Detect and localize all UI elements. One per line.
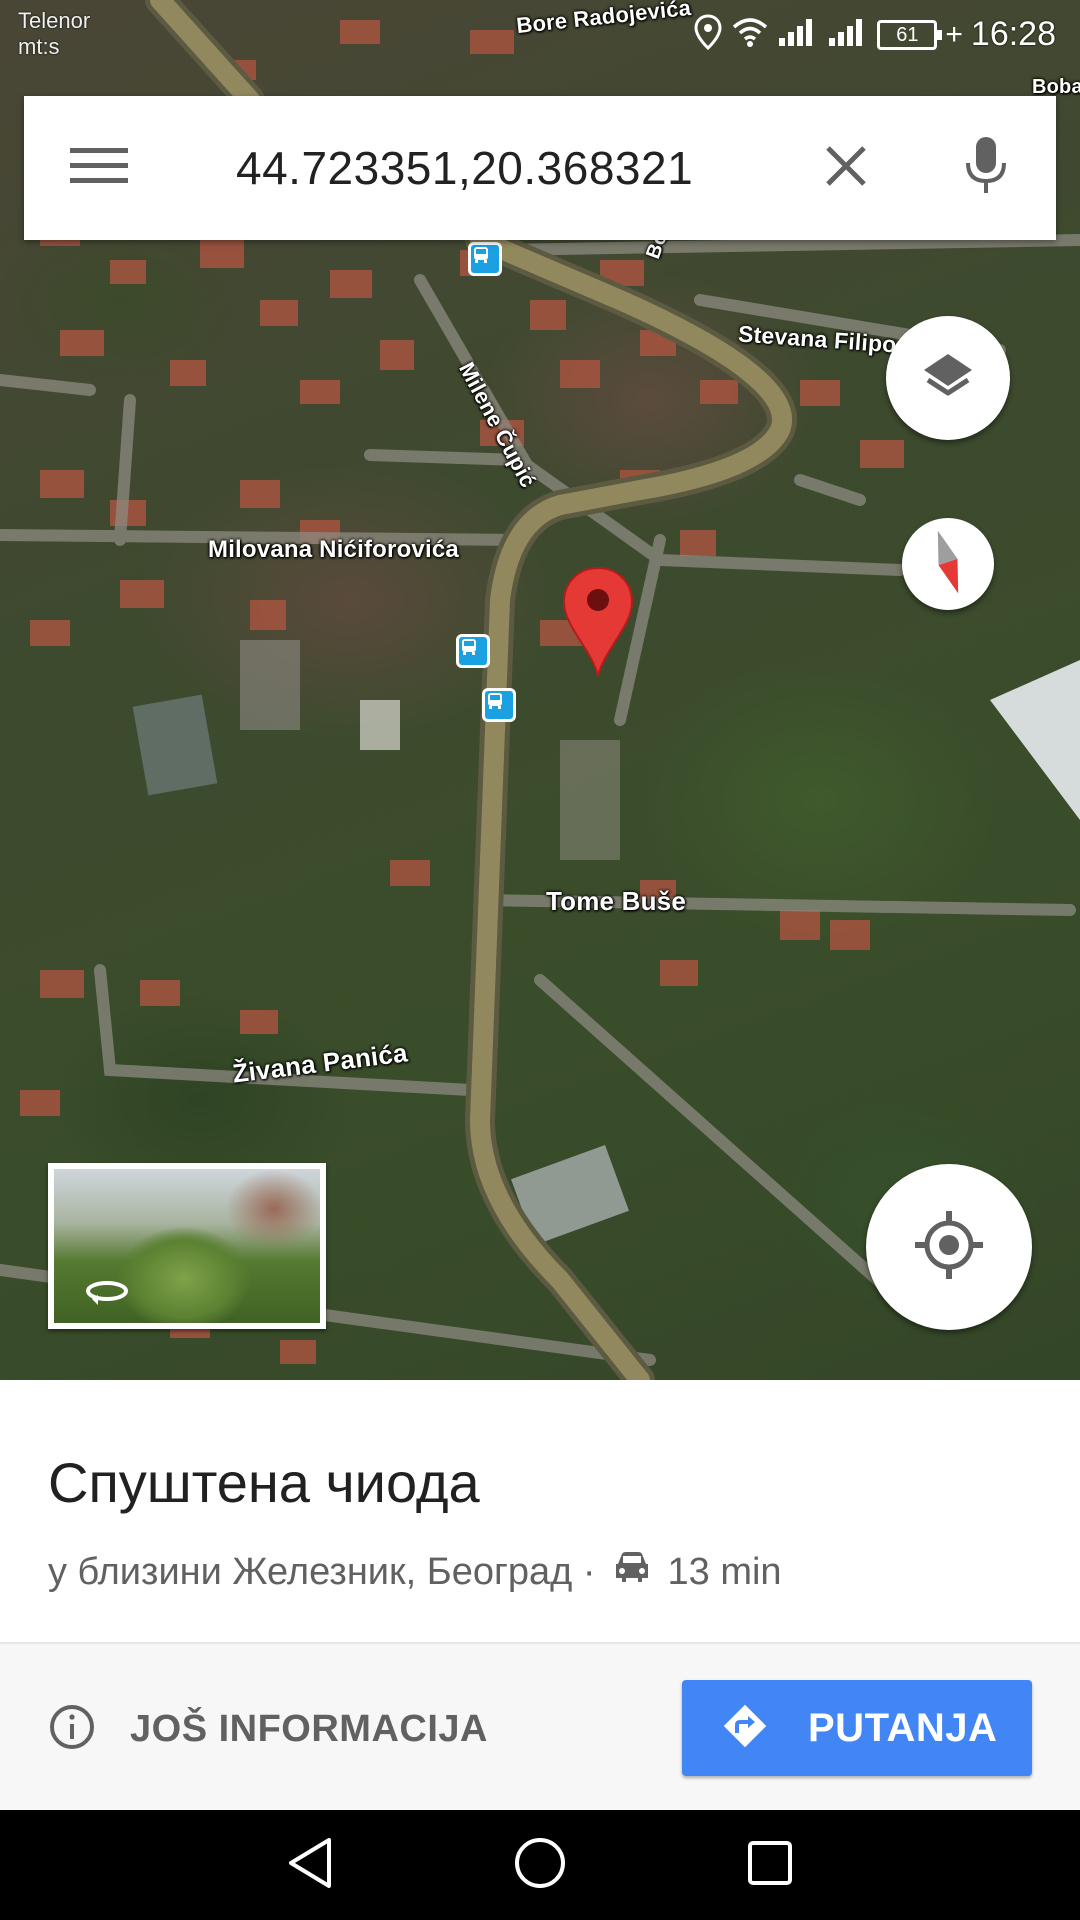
bus-stop-icon[interactable] <box>456 634 490 668</box>
car-icon <box>612 1550 652 1594</box>
nav-back-button[interactable] <box>270 1825 350 1905</box>
signal-icon <box>777 16 819 53</box>
mic-icon <box>964 135 1008 202</box>
place-title: Спуштена чиода <box>48 1451 480 1514</box>
signal-icon <box>827 16 869 53</box>
location-icon <box>693 14 723 55</box>
close-icon <box>824 144 868 193</box>
wifi-icon <box>731 16 769 53</box>
carrier-info: Telenor mt:s <box>18 8 90 60</box>
carrier-line-2: mt:s <box>18 34 60 59</box>
street-view-thumbnail[interactable] <box>48 1163 326 1329</box>
layers-button[interactable] <box>886 316 1010 440</box>
directions-button[interactable]: PUTANJA <box>682 1680 1032 1776</box>
info-icon <box>48 1703 96 1756</box>
nav-home-icon <box>513 1836 567 1895</box>
drive-time: 13 min <box>667 1550 782 1593</box>
compass-button[interactable] <box>902 518 994 610</box>
place-subtitle: у близини Железник, Београд · 13 min <box>48 1550 782 1594</box>
menu-button[interactable] <box>24 96 174 240</box>
battery-icon: 61 <box>877 19 943 50</box>
menu-icon <box>70 146 128 191</box>
my-location-button[interactable] <box>866 1164 1032 1330</box>
action-bar: JOŠ INFORMACIJA PUTANJA <box>0 1644 1080 1810</box>
voice-search-button[interactable] <box>916 96 1056 240</box>
place-sheet[interactable]: Спуштена чиода у близини Железник, Беогр… <box>0 1380 1080 1810</box>
battery-level: 61 <box>896 23 919 46</box>
directions-icon <box>720 1701 770 1756</box>
nav-recents-icon <box>746 1839 794 1892</box>
search-bar[interactable]: 44.723351,20.368321 <box>24 96 1056 240</box>
compass-icon <box>928 527 968 602</box>
status-icons: 61 + 16:28 <box>693 14 1056 55</box>
nav-back-icon <box>285 1836 335 1895</box>
directions-label: PUTANJA <box>808 1705 998 1750</box>
status-bar: Telenor mt:s 61 + 16:28 <box>0 0 1080 70</box>
clock: 16:28 <box>970 15 1056 53</box>
search-input[interactable]: 44.723351,20.368321 <box>174 141 776 195</box>
more-info-label: JOŠ INFORMACIJA <box>130 1707 488 1750</box>
layers-icon <box>920 348 976 409</box>
nav-recents-button[interactable] <box>730 1825 810 1905</box>
nav-home-button[interactable] <box>500 1825 580 1905</box>
my-location-icon <box>913 1209 985 1286</box>
place-location: у близини Железник, Београд · <box>48 1550 596 1593</box>
more-info-button[interactable]: JOŠ INFORMACIJA <box>48 1694 488 1764</box>
carrier-line-1: Telenor <box>18 8 91 33</box>
charging-icon: + <box>945 17 963 51</box>
bus-stop-icon[interactable] <box>482 688 516 722</box>
street-label-tome-buse: Tome Buše <box>546 886 687 916</box>
clear-search-button[interactable] <box>776 96 916 240</box>
bus-stop-icon[interactable] <box>468 242 502 276</box>
street-label-milovana-niciforovica: Milovana Nićiforovića <box>208 536 459 563</box>
system-nav-bar <box>0 1810 1080 1920</box>
